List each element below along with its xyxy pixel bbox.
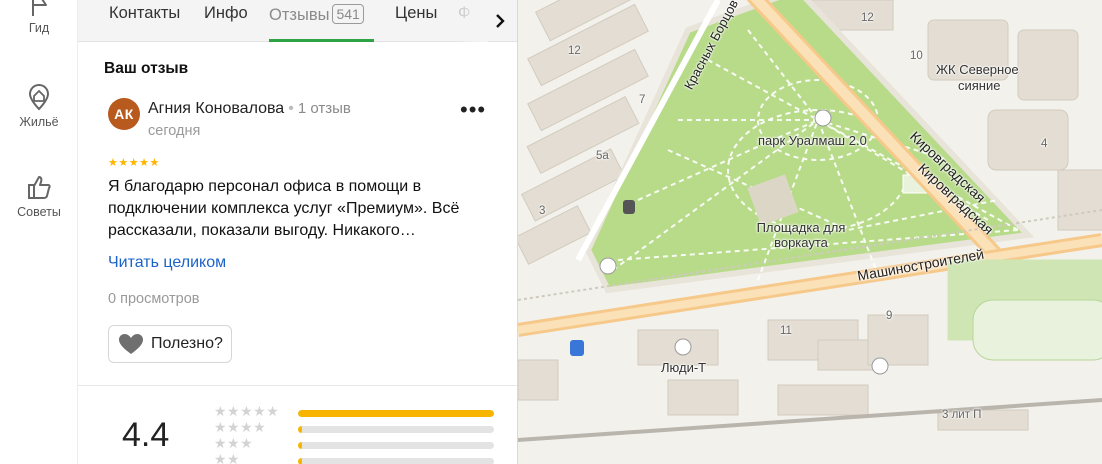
rating-bar-row: ★★ bbox=[214, 451, 514, 464]
house-number: 3 bbox=[539, 205, 546, 217]
tab-info[interactable]: Инфо bbox=[204, 4, 248, 23]
views-count: 0 просмотров bbox=[108, 291, 200, 307]
tabs-scroll-right-button[interactable] bbox=[482, 0, 517, 42]
tab-bar: Контакты Инфо Отзывы541 Цены Ф bbox=[78, 0, 517, 42]
useful-label: Полезно? bbox=[151, 335, 223, 352]
reviews-count-badge: 541 bbox=[332, 4, 364, 24]
bar-track bbox=[298, 458, 494, 464]
bar-fill bbox=[298, 426, 302, 433]
chevron-right-icon bbox=[496, 14, 505, 28]
place-panel: Контакты Инфо Отзывы541 Цены Ф Ваш отзыв… bbox=[78, 0, 518, 464]
rating-bar-row: ★★★★ bbox=[214, 419, 514, 437]
map-label-residential-2[interactable]: сияние bbox=[958, 78, 1000, 93]
bar-fill bbox=[298, 410, 494, 417]
heart-icon bbox=[119, 334, 143, 354]
more-options-button[interactable]: ••• bbox=[460, 99, 486, 121]
house-number: 9 bbox=[886, 310, 893, 322]
house-pin-icon bbox=[28, 83, 50, 111]
bar-fill bbox=[298, 442, 302, 449]
review-text: Я благодарю персонал офиса в помощи в по… bbox=[108, 178, 460, 239]
rail-item-guide-label: Гид bbox=[28, 21, 50, 35]
thumbs-up-icon bbox=[28, 176, 51, 199]
house-number: 12 bbox=[568, 45, 581, 57]
avatar[interactable]: АК bbox=[108, 98, 140, 130]
active-tab-indicator bbox=[269, 39, 374, 42]
bar-track bbox=[298, 426, 494, 433]
house-number: 10 bbox=[910, 50, 923, 62]
rating-distribution: ★★★★★ ★★★★ ★★★ ★★ bbox=[214, 403, 514, 464]
house-number: 4 bbox=[1041, 138, 1048, 150]
rail-item-guide[interactable]: Гид bbox=[0, 0, 78, 35]
review-stars: ★★★★★ bbox=[108, 157, 160, 169]
author-reviews-count: 1 отзыв bbox=[297, 100, 351, 117]
left-rail: Гид Жильё Советы bbox=[0, 0, 78, 464]
rail-item-tips-label: Советы bbox=[17, 205, 61, 219]
house-number: 7 bbox=[639, 94, 646, 106]
divider bbox=[78, 385, 517, 386]
tab-prices[interactable]: Цены bbox=[395, 4, 437, 23]
avatar-initials: АК bbox=[114, 106, 134, 122]
map-view[interactable]: парк Уралмаш 2.0 Площадка для воркаута Ж… bbox=[518, 0, 1102, 464]
rating-value: 4.4 bbox=[122, 416, 170, 454]
rating-bar-row: ★★★ bbox=[214, 435, 514, 453]
tab-reviews-label: Отзывы bbox=[269, 6, 330, 24]
separator-dot: • bbox=[288, 100, 294, 117]
useful-button[interactable]: Полезно? bbox=[108, 325, 232, 363]
flag-icon bbox=[32, 0, 47, 16]
bar-stars: ★★★ bbox=[214, 435, 254, 451]
rail-item-tips[interactable]: Советы bbox=[0, 172, 78, 219]
bar-track bbox=[298, 410, 494, 417]
read-more-link[interactable]: Читать целиком bbox=[108, 254, 226, 272]
bar-track bbox=[298, 442, 494, 449]
review-date: сегодня bbox=[148, 123, 201, 139]
map-label-residential-1[interactable]: ЖК Северное bbox=[936, 62, 1019, 77]
bar-stars: ★★★★ bbox=[214, 419, 267, 435]
house-number: 5а bbox=[596, 150, 609, 162]
bar-stars: ★★ bbox=[214, 451, 241, 464]
bar-stars: ★★★★★ bbox=[214, 403, 280, 419]
map-label-3-lit-p: 3 лит П bbox=[942, 409, 982, 421]
house-number: 12 bbox=[861, 12, 874, 24]
review-author-line: Агния Коновалова • 1 отзыв bbox=[148, 100, 351, 118]
house-number: 11 bbox=[780, 325, 792, 337]
tab-contacts[interactable]: Контакты bbox=[109, 4, 180, 23]
rail-item-housing[interactable]: Жильё bbox=[0, 82, 78, 129]
map-label-lyudi-t[interactable]: Люди-Т bbox=[661, 360, 706, 375]
section-title: Ваш отзыв bbox=[104, 60, 189, 77]
more-dots-icon: ••• bbox=[460, 97, 487, 122]
map-label-workout[interactable]: Площадка для воркаута bbox=[751, 220, 851, 250]
rail-item-housing-label: Жильё bbox=[19, 115, 59, 129]
author-name[interactable]: Агния Коновалова bbox=[148, 100, 284, 117]
bar-fill bbox=[298, 458, 302, 464]
tab-reviews[interactable]: Отзывы 541 bbox=[269, 4, 364, 25]
map-label-park[interactable]: парк Уралмаш 2.0 bbox=[758, 133, 867, 148]
